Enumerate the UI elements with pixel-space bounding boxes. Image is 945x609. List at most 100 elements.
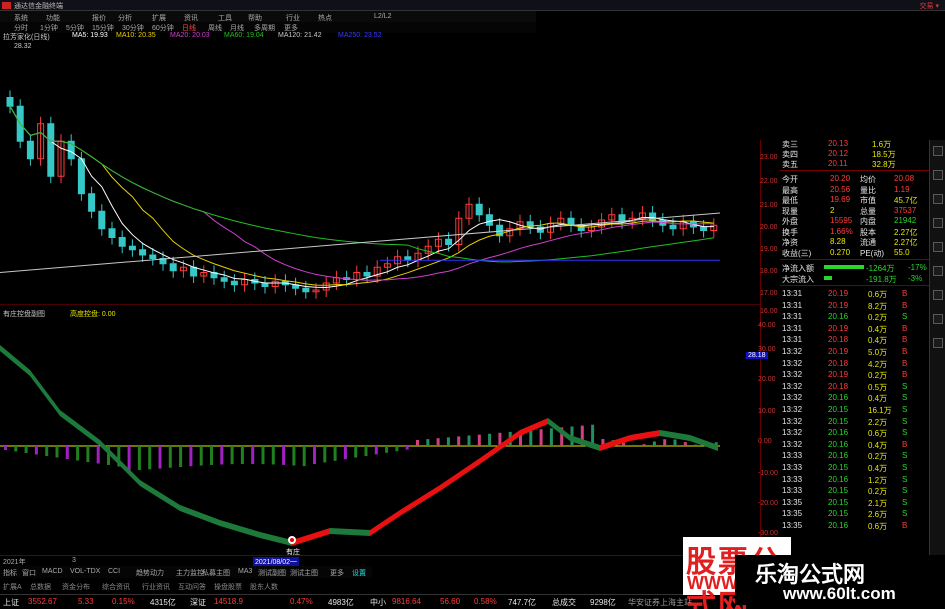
tick-side: S: [902, 428, 908, 438]
histogram-bar: [385, 446, 389, 453]
price-axis: 23.00 22.00 21.00 20.00 19.00 18.00 17.00 16.00…: [738, 140, 780, 563]
price-tick: 22.00: [760, 178, 778, 185]
price-tick: 16.00: [760, 308, 778, 315]
tick-price: 20.16: [828, 451, 849, 461]
broker-name[interactable]: 华安证券上海主站: [628, 597, 692, 608]
zx-label[interactable]: 中小: [370, 597, 386, 608]
indicator-tab[interactable]: 测试副图: [258, 568, 286, 578]
ask-price: 20.12: [828, 149, 849, 158]
indicator-tab[interactable]: MACD: [42, 568, 63, 575]
indicator-tab[interactable]: 指标: [3, 568, 17, 578]
tick-volume: 8.2万: [868, 301, 888, 311]
histogram-bar: [127, 446, 131, 471]
tick-volume: 2.6万: [868, 510, 888, 520]
bigflow-row: 大宗流入 -191.8万 -3%: [780, 273, 930, 284]
signal-marker-dot: [290, 538, 294, 542]
indicator-tab[interactable]: 主力监控: [176, 568, 204, 578]
stat-value: 20.56: [830, 184, 851, 194]
stat-row: 现量 2 总量 37537: [780, 205, 930, 216]
extension-tab[interactable]: 互动问答: [178, 582, 206, 592]
indicator-tab[interactable]: 设置: [352, 568, 366, 578]
tick-volume: 0.4万: [868, 394, 888, 404]
sz-label[interactable]: 深证: [190, 597, 206, 608]
tick-row: 13:33 20.15 0.4万 S: [780, 462, 930, 473]
tool-icon[interactable]: [933, 314, 943, 324]
indicator-tab[interactable]: 窗口: [22, 568, 36, 578]
tool-icon[interactable]: [933, 194, 943, 204]
histogram-bar: [694, 444, 698, 446]
extension-tab[interactable]: 扩展A: [3, 582, 22, 592]
tick-row: 13:31 20.16 0.2万 S: [780, 311, 930, 322]
price-tick: 17.00: [760, 290, 778, 297]
stat-value: 0.270: [830, 247, 851, 257]
tick-volume: 0.2万: [868, 313, 888, 323]
trade-menu[interactable]: 交易 ▾: [920, 1, 939, 11]
histogram-bar: [179, 446, 183, 467]
ask-price: 20.13: [828, 139, 849, 148]
tick-row: 13:35 20.16 0.6万 B: [780, 520, 930, 531]
panel-divider: [0, 304, 760, 305]
tool-icon[interactable]: [933, 338, 943, 348]
axis-value-tag: 28.18: [746, 352, 768, 359]
tool-icon[interactable]: [933, 218, 943, 228]
indicator-tab[interactable]: MA3: [238, 568, 252, 575]
candle-body: [475, 203, 483, 216]
kline-chart[interactable]: 有庄: [0, 40, 760, 560]
bigflow-bar: [824, 276, 832, 280]
tick-side: S: [902, 312, 908, 322]
sh-label[interactable]: 上证: [3, 597, 19, 608]
sh-pct: 0.15%: [112, 597, 135, 606]
extension-tab[interactable]: 股东人数: [250, 582, 278, 592]
histogram-bar: [663, 439, 667, 446]
candle-body: [128, 245, 136, 251]
stat-value: 2: [830, 205, 835, 215]
candle-body: [230, 280, 238, 286]
indicator-tab[interactable]: 测试主图: [290, 568, 318, 578]
extension-tab[interactable]: 资金分布: [62, 582, 90, 592]
tick-row: 13:32 20.15 2.2万 S: [780, 416, 930, 427]
candle-body: [567, 217, 575, 226]
indicator-tick: 0.00: [758, 438, 772, 445]
extension-tab[interactable]: 总数据: [30, 582, 51, 592]
tick-volume: 2.1万: [868, 498, 888, 508]
tick-price: 20.16: [828, 439, 849, 449]
indicator-tab[interactable]: 私募主图: [202, 568, 230, 578]
indicator-tab[interactable]: 更多: [330, 568, 344, 578]
bigflow-value: -191.8万: [866, 275, 897, 284]
stat-row: 最低 19.69 市值 45.7亿: [780, 194, 930, 205]
tool-icon[interactable]: [933, 242, 943, 252]
histogram-bar: [282, 446, 286, 465]
tick-price: 20.19: [828, 289, 849, 298]
indicator-tick: 40.00: [758, 322, 776, 329]
tick-volume: 16.1万: [868, 406, 892, 415]
tick-side: B: [902, 335, 908, 345]
sh-amount: 4315亿: [150, 598, 176, 607]
extension-tab[interactable]: 综合资讯: [102, 582, 130, 592]
indicator-value: 高度控盘: 0.00: [70, 311, 116, 318]
histogram-bar: [230, 446, 234, 465]
tool-icon[interactable]: [933, 146, 943, 156]
histogram-bar: [137, 446, 141, 471]
tick-row: 13:32 20.15 16.1万 S: [780, 404, 930, 415]
tick-price: 20.16: [828, 521, 849, 530]
indicator-tab[interactable]: CCI: [108, 568, 120, 575]
extension-tab[interactable]: 操盘股票: [214, 582, 242, 592]
ma-line: [9, 105, 714, 281]
total-amount: 9298亿: [590, 598, 616, 607]
indicator-tab[interactable]: 趋势动力: [136, 568, 164, 578]
histogram-bar: [405, 446, 409, 450]
tool-icon[interactable]: [933, 170, 943, 180]
candle-body: [302, 287, 310, 293]
tool-icon[interactable]: [933, 290, 943, 300]
tick-volume: 0.2万: [868, 452, 888, 462]
ask-label: 卖五: [782, 160, 798, 169]
tick-side: B: [902, 521, 908, 530]
tool-icon[interactable]: [933, 266, 943, 276]
side-toolbar: [929, 140, 945, 560]
extension-tab[interactable]: 行业资讯: [142, 582, 170, 592]
tick-side: S: [902, 405, 908, 414]
tick-price: 20.15: [828, 486, 849, 496]
indicator-tab[interactable]: VOL-TDX: [70, 568, 100, 575]
menu-item[interactable]: L2/L2: [374, 13, 392, 20]
indicator-name[interactable]: 有庄控盘副图: [3, 309, 45, 319]
